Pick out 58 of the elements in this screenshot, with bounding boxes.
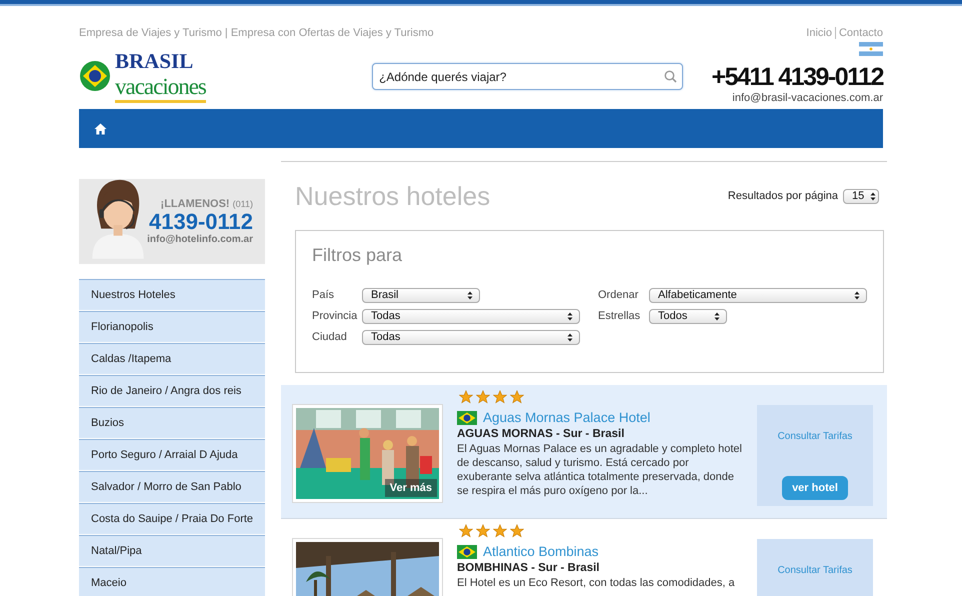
star-icon <box>493 390 507 404</box>
search-field[interactable]: ¿Adónde querés viajar? <box>372 63 684 90</box>
filter-label: Ordenar <box>598 289 640 301</box>
phone-number: +5411 4139-0112 <box>712 62 883 92</box>
updown-icon <box>854 290 860 300</box>
argentina-flag-icon <box>858 42 883 56</box>
home-button[interactable] <box>94 122 107 134</box>
star-icon <box>510 390 524 404</box>
dropdown[interactable]: Todos <box>649 308 727 324</box>
email-address: info@brasil-vacaciones.com.ar <box>732 92 883 104</box>
hotel-location: BOMBHINAS - Sur - Brasil <box>457 562 600 574</box>
hotel-location: AGUAS MORNAS - Sur - Brasil <box>457 428 626 440</box>
dropdown[interactable]: Todas <box>362 330 580 344</box>
sidebar-item[interactable]: Florianopolis <box>79 311 265 343</box>
updown-icon <box>567 312 573 320</box>
updown-icon <box>714 312 720 320</box>
filter-label: Provincia <box>312 310 358 322</box>
sidebar-item[interactable]: Porto Seguro / Arraial D Ajuda <box>79 439 265 471</box>
dropdown[interactable]: 15 <box>843 188 879 204</box>
hotel-description: El Aguas Mornas Palace es un agradable y completo hotel de descanso, salud y turismo. Está cercado por exuberante selva atlántica totalmente preservada, donde se respira el más puro oxígeno por la... <box>457 442 742 498</box>
filter-label: País <box>312 289 336 301</box>
home-icon <box>94 122 107 134</box>
sidebar-item[interactable]: Rio de Janeiro / Angra dos reis <box>79 375 265 407</box>
sidebar-item[interactable]: Salvador / Morro de San Pablo <box>79 471 265 503</box>
filter-title: Filtros para <box>312 245 404 266</box>
star-icon <box>459 390 473 404</box>
star-icon <box>476 524 490 538</box>
sidebar-item[interactable]: Costa do Sauipe / Praia Do Forte <box>79 503 265 535</box>
updown-icon <box>870 192 876 200</box>
dropdown[interactable]: Alfabeticamente <box>649 288 867 302</box>
star-icon <box>510 524 524 538</box>
sidebar-item[interactable]: Natal/Pipa <box>79 535 265 567</box>
brazil-flag-icon <box>457 544 477 558</box>
filter-label: Ciudad <box>312 331 348 343</box>
see-more-link[interactable]: Ver más <box>384 479 437 497</box>
sidebar-item[interactable]: Nuestros Hoteles <box>79 279 265 311</box>
tagline: Empresa de Viajes y Turismo | Empresa con Ofertas de Viajes y Turismo <box>79 27 434 39</box>
filter-label: Estrellas <box>598 310 642 322</box>
email-address: info@hotelinfo.com.ar <box>147 234 253 245</box>
phone-number: 4139-0112 <box>149 210 253 234</box>
hotel-description: El Hotel es un Eco Resort, con todas las comodidades, a <box>457 576 736 590</box>
updown-icon <box>467 290 473 300</box>
star-icon <box>493 524 507 538</box>
brazil-flag-icon <box>457 410 477 424</box>
sidebar-item[interactable]: Buzios <box>79 407 265 439</box>
search-icon <box>664 70 678 83</box>
sidebar-item[interactable]: Caldas /Itapema <box>79 343 265 375</box>
page-title: Nuestros hoteles <box>295 180 490 212</box>
site-logo[interactable]: BRASIL vacaciones <box>79 49 221 103</box>
results-per-page-label: Resultados por página <box>728 190 838 202</box>
globe-flag-icon <box>79 60 111 92</box>
dropdown[interactable]: Todas <box>362 308 580 324</box>
star-icon <box>459 524 473 538</box>
call-heading: ¡LLAMENOS! (011) <box>160 198 253 210</box>
star-icon <box>476 390 490 404</box>
sidebar-item[interactable]: Maceio <box>79 567 265 596</box>
dropdown[interactable]: Brasil <box>362 288 480 302</box>
updown-icon <box>567 332 573 342</box>
